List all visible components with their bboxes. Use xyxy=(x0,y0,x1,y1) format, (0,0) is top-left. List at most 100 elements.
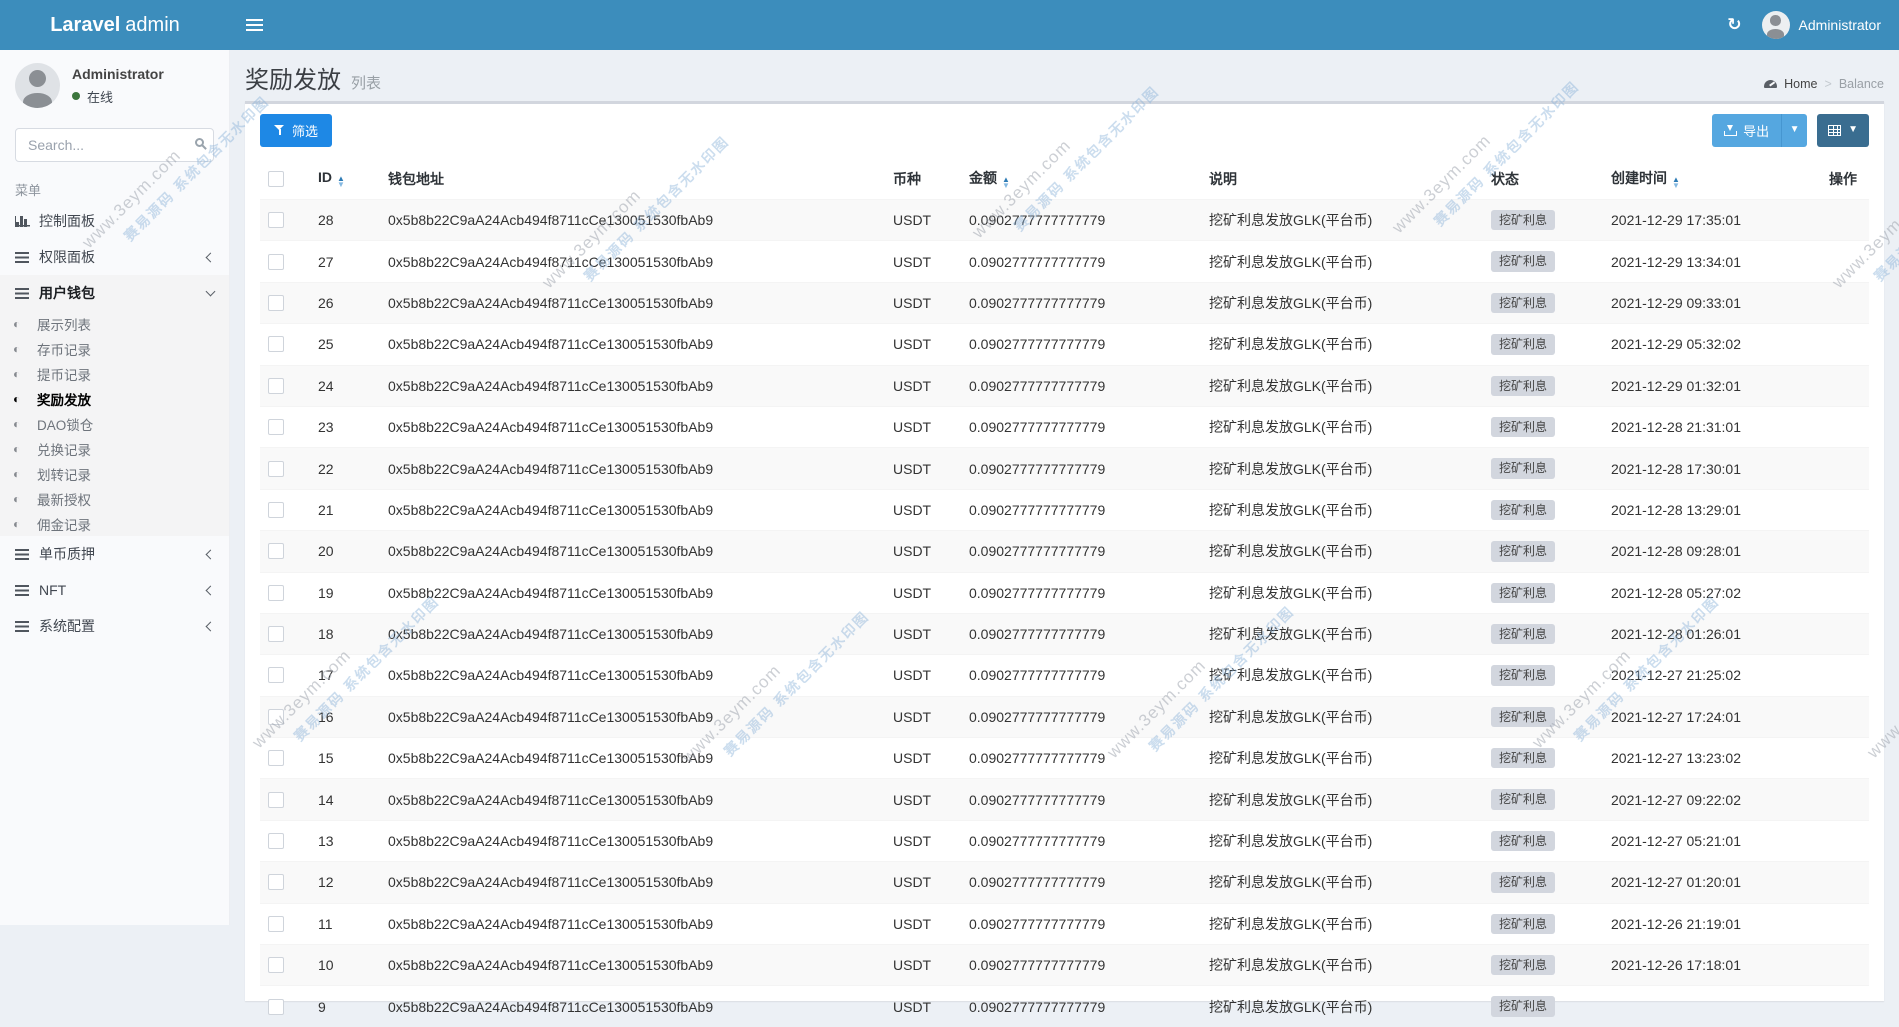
row-checkbox[interactable] xyxy=(268,461,284,477)
row-checkbox[interactable] xyxy=(268,254,284,270)
sidebar-item[interactable]: DAO锁仓 xyxy=(0,411,229,436)
top-navbar: Laravel admin ↻ Administrator xyxy=(0,0,1899,50)
menu-item-label: 展示列表 xyxy=(37,314,91,334)
download-icon xyxy=(1724,124,1736,136)
column-header[interactable]: 钱包地址 xyxy=(380,158,885,200)
row-checkbox[interactable] xyxy=(268,874,284,890)
column-header[interactable]: 状态 xyxy=(1483,158,1603,200)
chevron-icon xyxy=(206,549,216,559)
row-checkbox[interactable] xyxy=(268,709,284,725)
sort-icon[interactable] xyxy=(337,176,345,188)
row-checkbox[interactable] xyxy=(268,750,284,766)
column-header[interactable]: 说明 xyxy=(1201,158,1483,200)
sidebar-item[interactable]: 控制面板 xyxy=(0,203,229,239)
select-all-checkbox[interactable] xyxy=(268,171,284,187)
cell-created-at: 2021-12-28 01:26:01 xyxy=(1603,613,1821,654)
menu-item-icon xyxy=(13,468,37,480)
export-button[interactable]: 导出 xyxy=(1712,114,1781,147)
export-dropdown-button[interactable]: ▼ xyxy=(1781,114,1807,147)
refresh-icon[interactable]: ↻ xyxy=(1727,15,1741,35)
cell-created-at: 2021-12-28 17:30:01 xyxy=(1603,448,1821,489)
sidebar-item[interactable]: NFT xyxy=(0,572,229,608)
cell-amount: 0.0902777777777779 xyxy=(961,282,1201,323)
row-checkbox[interactable] xyxy=(268,295,284,311)
search-icon[interactable] xyxy=(195,138,204,147)
cell-wallet-address: 0x5b8b22C9aA24Acb494f8711cCe130051530fbA… xyxy=(380,696,885,737)
sidebar-item[interactable]: 佣金记录 xyxy=(0,511,229,536)
sidebar-item[interactable]: 展示列表 xyxy=(0,311,229,336)
sort-icon[interactable] xyxy=(1002,177,1010,189)
cell-wallet-address: 0x5b8b22C9aA24Acb494f8711cCe130051530fbA… xyxy=(380,448,885,489)
cell-amount: 0.0902777777777779 xyxy=(961,738,1201,779)
menu-item-icon xyxy=(15,585,39,596)
filter-button[interactable]: 筛选 xyxy=(260,114,332,147)
row-checkbox[interactable] xyxy=(268,378,284,394)
cell-id: 11 xyxy=(310,903,380,944)
breadcrumb-home-link[interactable]: Home xyxy=(1784,77,1817,91)
row-checkbox[interactable] xyxy=(268,957,284,973)
row-checkbox[interactable] xyxy=(268,792,284,808)
cell-operations xyxy=(1821,738,1869,779)
cell-wallet-address: 0x5b8b22C9aA24Acb494f8711cCe130051530fbA… xyxy=(380,572,885,613)
menu-item-icon xyxy=(13,493,37,505)
cell-wallet-address: 0x5b8b22C9aA24Acb494f8711cCe130051530fbA… xyxy=(380,365,885,406)
menu-item-label: 最新授权 xyxy=(37,489,91,509)
column-header[interactable]: 操作 xyxy=(1821,158,1869,200)
cell-description: 挖矿利息发放GLK(平台币) xyxy=(1201,241,1483,282)
cell-description: 挖矿利息发放GLK(平台币) xyxy=(1201,613,1483,654)
sidebar-item[interactable]: 划转记录 xyxy=(0,461,229,486)
cell-coin: USDT xyxy=(885,613,961,654)
sidebar-item[interactable]: 权限面板 xyxy=(0,239,229,275)
sort-icon[interactable] xyxy=(1672,177,1680,189)
sidebar: Administrator 在线 菜单 控制面板 权限面板 xyxy=(0,50,230,925)
cell-description: 挖矿利息发放GLK(平台币) xyxy=(1201,200,1483,241)
cell-created-at: 2021-12-27 21:25:02 xyxy=(1603,655,1821,696)
row-checkbox[interactable] xyxy=(268,502,284,518)
search-input[interactable] xyxy=(15,128,214,162)
column-header[interactable]: 金额 xyxy=(961,158,1201,200)
row-checkbox[interactable] xyxy=(268,999,284,1015)
sidebar-item[interactable]: 系统配置 xyxy=(0,608,229,644)
sidebar-item[interactable]: 用户钱包 xyxy=(0,275,229,311)
cell-amount: 0.0902777777777779 xyxy=(961,655,1201,696)
sidebar-item[interactable]: 提币记录 xyxy=(0,361,229,386)
row-checkbox[interactable] xyxy=(268,833,284,849)
row-checkbox[interactable] xyxy=(268,667,284,683)
column-header[interactable]: 币种 xyxy=(885,158,961,200)
column-header[interactable]: 创建时间 xyxy=(1603,158,1821,200)
cell-operations xyxy=(1821,489,1869,530)
table-row: 12 0x5b8b22C9aA24Acb494f8711cCe130051530… xyxy=(260,862,1869,903)
cell-amount: 0.0902777777777779 xyxy=(961,365,1201,406)
cell-created-at: 2021-12-28 21:31:01 xyxy=(1603,406,1821,447)
row-checkbox[interactable] xyxy=(268,419,284,435)
cell-wallet-address: 0x5b8b22C9aA24Acb494f8711cCe130051530fbA… xyxy=(380,945,885,986)
cell-created-at xyxy=(1603,986,1821,1027)
cell-id: 20 xyxy=(310,531,380,572)
row-checkbox[interactable] xyxy=(268,336,284,352)
status-badge: 挖矿利息 xyxy=(1491,914,1555,934)
cell-coin: USDT xyxy=(885,572,961,613)
column-header[interactable]: ID xyxy=(310,158,380,200)
row-checkbox[interactable] xyxy=(268,916,284,932)
online-label: 在线 xyxy=(87,87,113,106)
cell-amount: 0.0902777777777779 xyxy=(961,572,1201,613)
cell-wallet-address: 0x5b8b22C9aA24Acb494f8711cCe130051530fbA… xyxy=(380,613,885,654)
navbar-avatar xyxy=(1762,11,1790,39)
sidebar-item[interactable]: 兑换记录 xyxy=(0,436,229,461)
cell-created-at: 2021-12-26 17:18:01 xyxy=(1603,945,1821,986)
sidebar-item[interactable]: 最新授权 xyxy=(0,486,229,511)
cell-operations xyxy=(1821,324,1869,365)
sidebar-item[interactable]: 奖励发放 xyxy=(0,386,229,411)
column-selector-button[interactable]: ▼ xyxy=(1817,114,1869,147)
row-checkbox[interactable] xyxy=(268,212,284,228)
brand-logo[interactable]: Laravel admin xyxy=(0,0,230,50)
sidebar-toggle-button[interactable] xyxy=(230,0,278,50)
sidebar-item[interactable]: 存币记录 xyxy=(0,336,229,361)
navbar-user-menu[interactable]: Administrator xyxy=(1762,11,1881,39)
row-checkbox[interactable] xyxy=(268,585,284,601)
row-checkbox[interactable] xyxy=(268,543,284,559)
sidebar-item[interactable]: 单币质押 xyxy=(0,536,229,572)
cell-operations xyxy=(1821,696,1869,737)
row-checkbox[interactable] xyxy=(268,626,284,642)
menu-item-icon xyxy=(13,518,37,530)
